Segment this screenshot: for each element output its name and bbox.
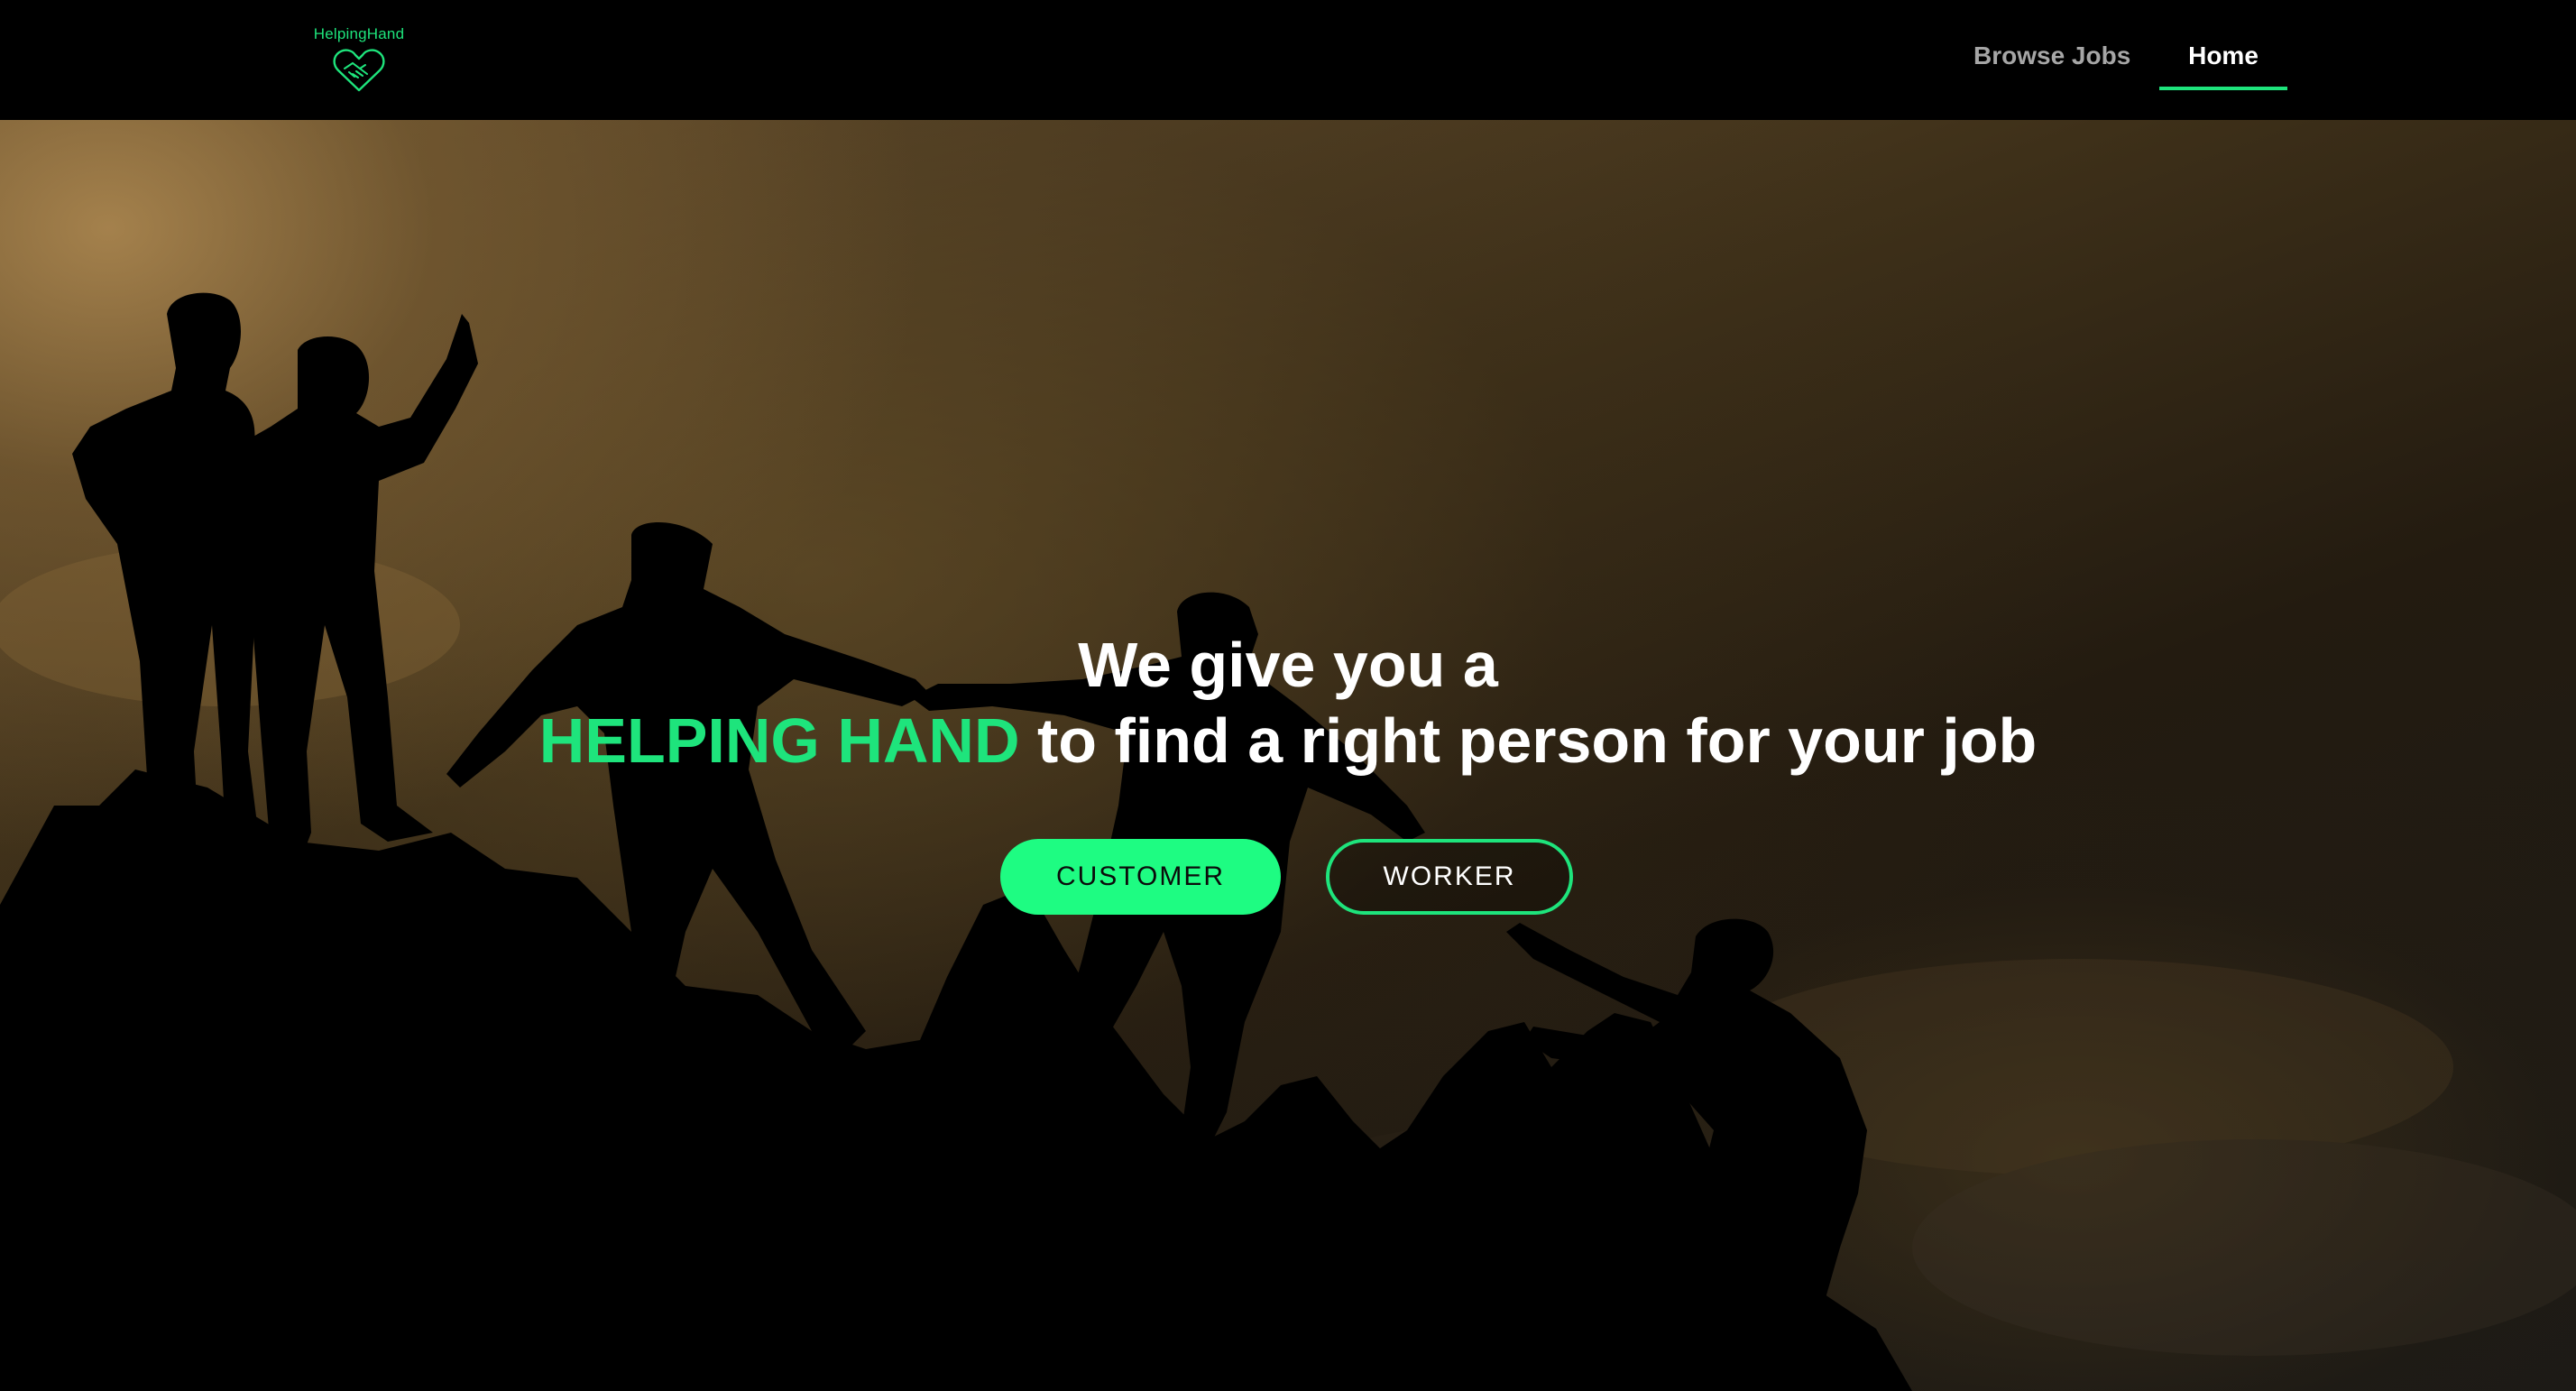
hero-headline: We give you a HELPING HAND to find a rig… (0, 627, 2576, 778)
heart-handshake-icon (333, 49, 385, 92)
brand-logo-link[interactable]: HelpingHand (305, 25, 413, 97)
brand-name: HelpingHand (313, 25, 405, 42)
nav-browse-jobs[interactable]: Browse Jobs (1973, 40, 2130, 72)
nav-home[interactable]: Home (2159, 25, 2287, 90)
hero-headline-line1: We give you a (1078, 630, 1498, 700)
hero-highlight: HELPING HAND (538, 705, 1020, 776)
landing-page: HelpingHand Browse Jobs Home We give you… (0, 0, 2576, 1391)
hero-headline-line2: HELPING HAND to find a right person for … (0, 703, 2576, 778)
hero-section: We give you a HELPING HAND to find a rig… (0, 120, 2576, 1391)
customer-button[interactable]: CUSTOMER (1000, 839, 1281, 915)
worker-button[interactable]: WORKER (1326, 839, 1573, 915)
navbar: HelpingHand Browse Jobs Home (0, 0, 2576, 120)
hero-headline-rest: to find a right person for your job (1019, 705, 2038, 776)
